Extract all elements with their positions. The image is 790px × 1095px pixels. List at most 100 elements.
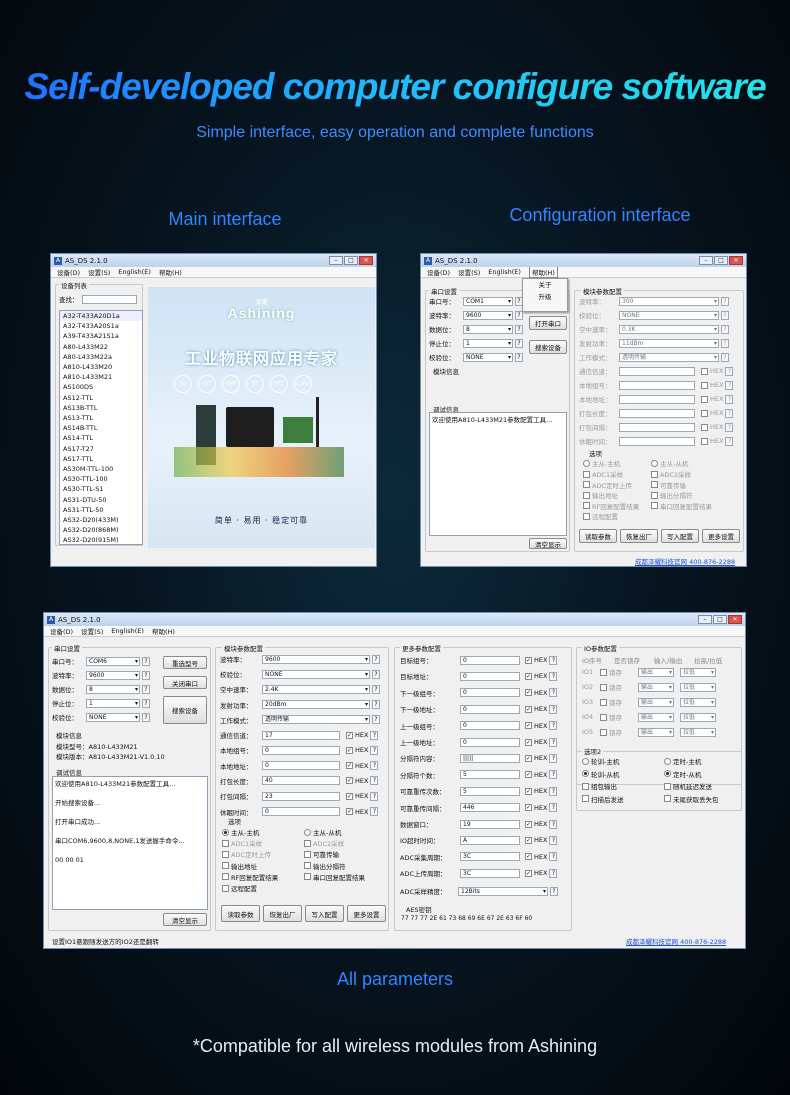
action-button[interactable]: 读取参数 [221, 905, 260, 922]
help-icon[interactable]: ? [549, 852, 558, 862]
io-pull-select[interactable]: 拉低 [680, 667, 716, 677]
action-button[interactable]: 恢复出厂 [263, 905, 302, 922]
minimize-button[interactable]: – [329, 256, 343, 265]
hex-checkbox[interactable]: ✓ [525, 722, 532, 730]
serial-select[interactable]: 1 [86, 698, 140, 708]
help-icon[interactable]: ? [370, 745, 379, 755]
list-item[interactable]: AS17-TTL [60, 454, 142, 464]
option2-item[interactable]: 未尾获取丢失包 [664, 794, 745, 804]
radio-button[interactable] [664, 770, 671, 777]
help-icon[interactable]: ? [549, 803, 558, 813]
hex-checkbox[interactable]: ✓ [346, 808, 353, 815]
help-icon[interactable]: ? [721, 352, 729, 362]
checkbox[interactable] [651, 502, 658, 509]
help-icon[interactable]: ? [549, 770, 558, 780]
hex-checkbox[interactable]: ✓ [525, 705, 532, 713]
checkbox[interactable] [304, 873, 311, 881]
option2-item[interactable]: 定时-主机 [664, 756, 745, 766]
help-icon[interactable]: ? [142, 712, 150, 722]
help-icon[interactable]: ? [142, 656, 150, 666]
help-icon[interactable]: ? [721, 310, 729, 320]
check-option[interactable]: ADC2采样 [651, 469, 719, 479]
checkbox[interactable] [583, 470, 590, 478]
search-device-button[interactable]: 搜索设备 [529, 340, 567, 354]
help-icon[interactable]: ? [725, 394, 734, 404]
menu-english[interactable]: English(E) [488, 268, 521, 276]
hex-input[interactable] [619, 394, 695, 404]
serial-select[interactable]: 9600 [86, 670, 140, 680]
checkbox[interactable] [222, 873, 229, 881]
check-option[interactable]: RF回复配置结果 [222, 872, 304, 882]
serial-select[interactable]: 8 [86, 684, 140, 694]
hex-input[interactable] [619, 408, 695, 418]
hex-checkbox[interactable]: ✓ [525, 804, 532, 812]
hex-input[interactable]: 17 [262, 730, 340, 740]
check-option[interactable]: 串口回复配置结果 [304, 872, 386, 882]
menu-english[interactable]: English(E) [111, 627, 144, 635]
serial-select[interactable]: COM1 [463, 296, 513, 306]
io-direction-select[interactable]: 输出 [638, 682, 674, 692]
menu-device[interactable]: 设备(D) [57, 267, 80, 277]
hex-checkbox[interactable]: ✓ [525, 836, 532, 844]
help-icon[interactable]: ? [549, 688, 558, 698]
hex-checkbox[interactable]: ✓ [346, 762, 353, 770]
radio-button[interactable] [222, 828, 229, 836]
option2-item[interactable]: 随机延迟发送 [664, 781, 745, 791]
minimize-button[interactable]: – [699, 256, 713, 265]
help-icon[interactable]: ? [549, 655, 558, 665]
param-select[interactable]: 透明传输 [262, 715, 370, 725]
io-lock-option[interactable]: 锁存 [600, 727, 638, 737]
action-button[interactable]: 恢复出厂 [620, 529, 658, 543]
help-icon[interactable]: ? [372, 669, 380, 679]
checkbox[interactable] [651, 491, 658, 499]
help-icon[interactable]: ? [142, 698, 150, 708]
radio-button[interactable] [651, 459, 658, 467]
list-item[interactable]: AS13-TTL [60, 413, 142, 423]
more-param-input[interactable]: 446 [460, 803, 520, 813]
checkbox[interactable] [600, 728, 607, 736]
more-param-input[interactable]: 3C [460, 852, 520, 862]
hex-checkbox[interactable]: ✓ [525, 853, 532, 861]
hex-input[interactable]: 0 [262, 807, 340, 816]
help-icon[interactable]: ? [725, 380, 734, 390]
radio-button[interactable] [583, 459, 590, 467]
list-item[interactable]: AS100DS [60, 382, 142, 392]
check-option[interactable]: 串口回复配置结果 [651, 501, 719, 511]
help-icon[interactable]: ? [515, 324, 523, 334]
help-icon[interactable]: ? [370, 807, 379, 816]
menu-device[interactable]: 设备(D) [50, 626, 73, 636]
help-icon[interactable]: ? [725, 436, 734, 446]
io-lock-option[interactable]: 锁存 [600, 697, 638, 707]
clear-display-button[interactable]: 清空显示 [529, 538, 567, 549]
list-item[interactable]: A810-L433M20 [60, 362, 142, 372]
param-select[interactable]: 11dBm [619, 338, 719, 348]
option2-item[interactable]: 轮训-从机 [582, 769, 664, 779]
help-icon[interactable]: ? [372, 684, 380, 694]
list-item[interactable]: AS32-D20(433M) [60, 515, 142, 525]
device-list[interactable]: A32-T433A20D1a A32-T433A20S1a A39-T433A21S… [59, 310, 143, 545]
list-item[interactable]: A39-T433A21S1a [60, 331, 142, 341]
io-direction-select[interactable]: 输出 [638, 667, 674, 677]
checkbox[interactable] [222, 862, 229, 870]
hex-checkbox[interactable]: ✓ [525, 787, 532, 795]
hex-checkbox[interactable]: ✓ [525, 689, 532, 697]
list-item[interactable]: AS12-TTL [60, 393, 142, 403]
debug-textarea[interactable]: 欢迎使用A810-L433M21参数配置工具... 开始搜索设备... 打开串口成功… [52, 776, 208, 910]
io-lock-option[interactable]: 锁存 [600, 682, 638, 692]
help-icon[interactable]: ? [142, 684, 150, 694]
search-input[interactable] [81, 294, 137, 304]
action-button[interactable]: 写入配置 [661, 529, 699, 543]
serial-select[interactable]: NONE [86, 712, 140, 722]
list-item[interactable]: A32-T433A20D1a [60, 311, 142, 322]
help-icon[interactable]: ? [721, 296, 729, 306]
io-direction-select[interactable]: 输出 [638, 697, 674, 707]
radio-option[interactable]: 主从-从机 [304, 827, 386, 837]
param-select[interactable]: 0.3K [619, 324, 719, 334]
check-option[interactable]: ADC定时上传 [222, 849, 304, 859]
hex-checkbox[interactable]: ✓ [525, 771, 532, 779]
hex-checkbox[interactable] [701, 381, 708, 389]
hex-checkbox[interactable]: ✓ [346, 731, 353, 739]
param-select[interactable]: 9600 [262, 654, 370, 664]
hex-input[interactable] [619, 436, 695, 446]
close-button[interactable]: ✕ [359, 256, 373, 265]
